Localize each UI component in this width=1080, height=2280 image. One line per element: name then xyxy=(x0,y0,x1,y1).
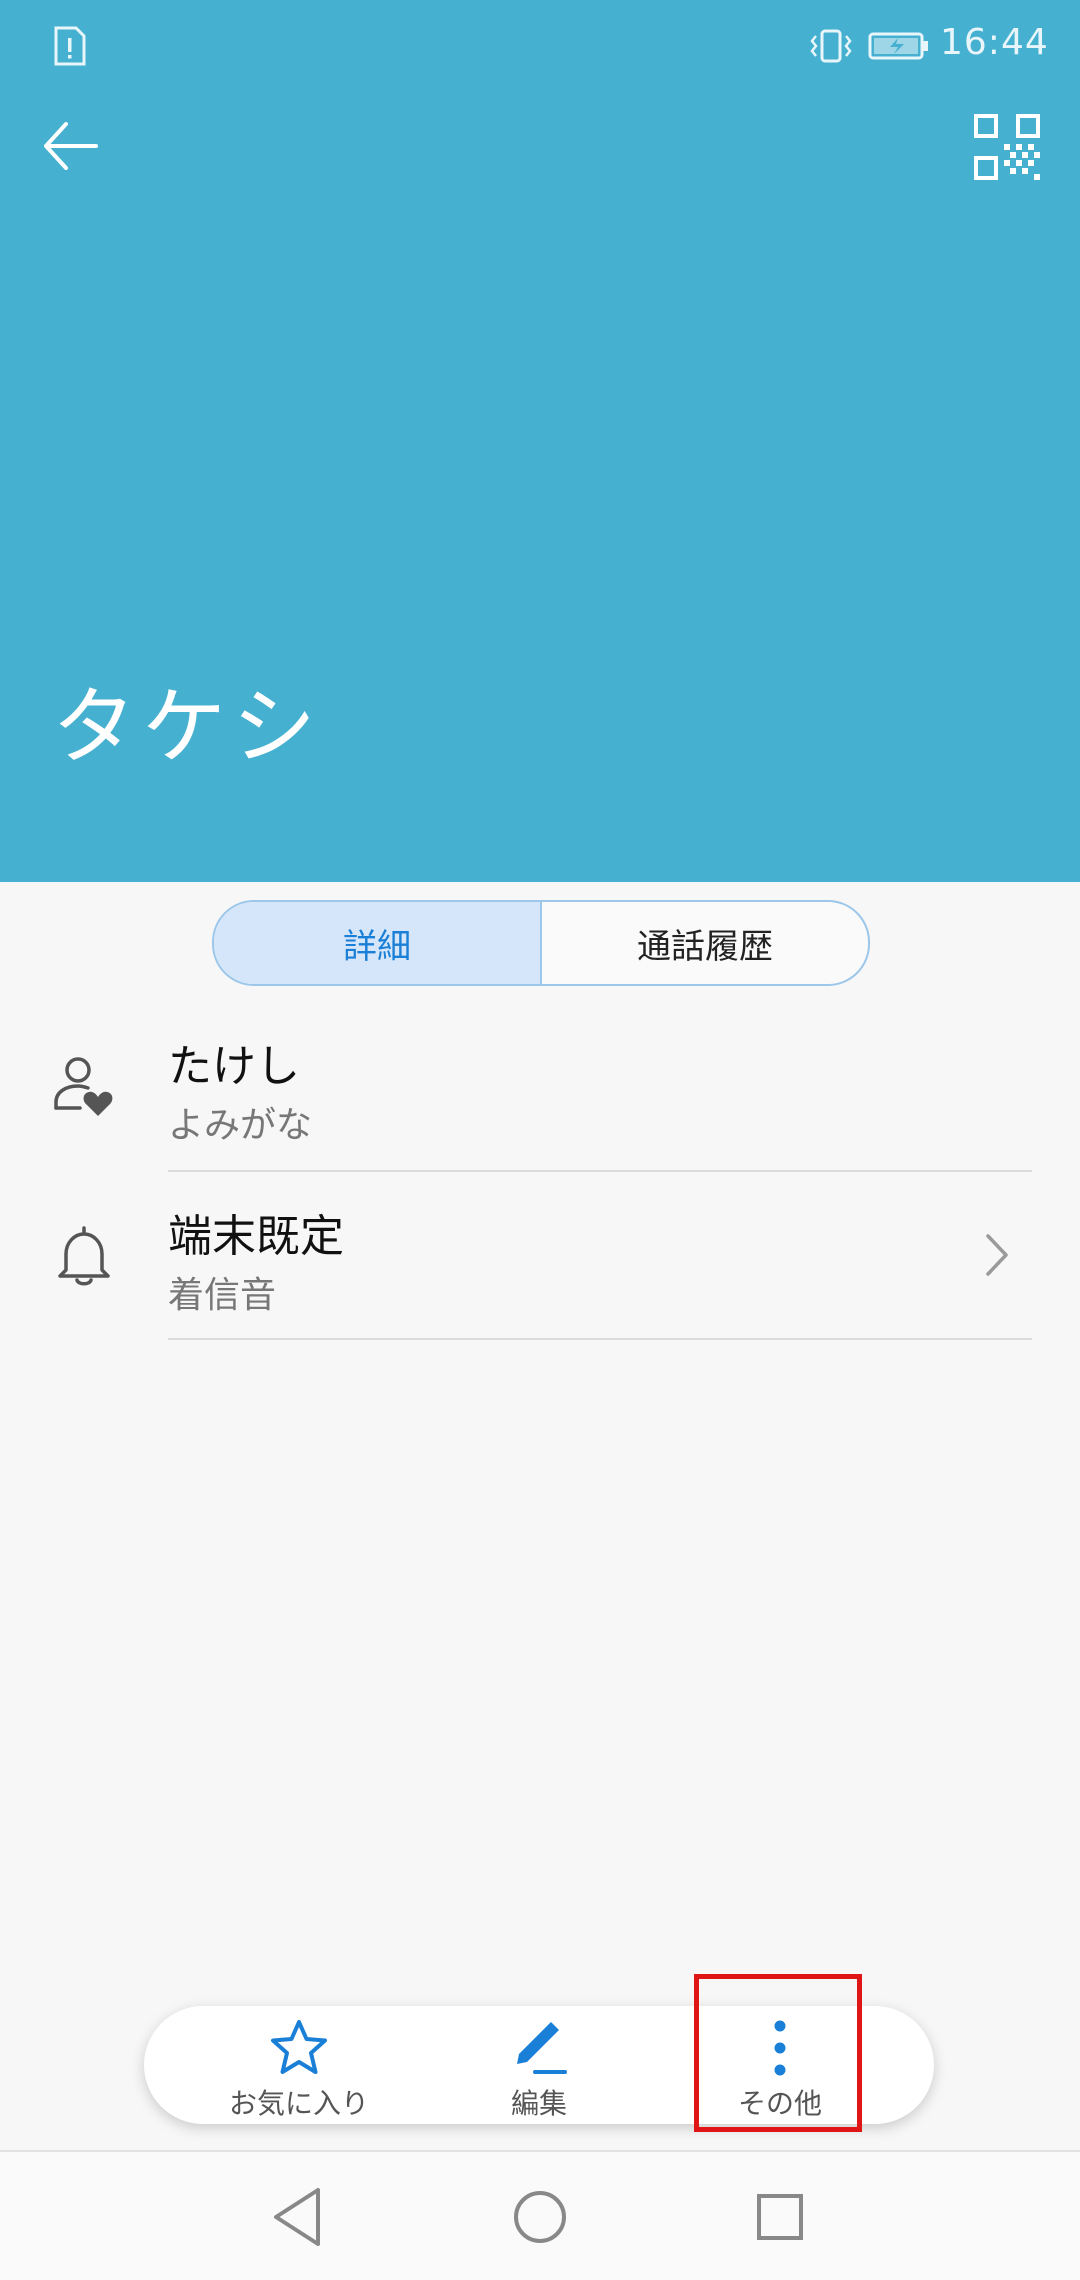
battery-charging-icon xyxy=(868,32,928,60)
ringtone-label: 着信音 xyxy=(168,1275,277,1316)
detail-tabs: 詳細 通話履歴 xyxy=(212,900,870,986)
contact-name: タケシ xyxy=(52,678,323,776)
chevron-right-icon xyxy=(986,1234,1008,1276)
vibrate-icon xyxy=(810,29,852,63)
recents-square-icon[interactable] xyxy=(745,2182,815,2252)
favorite-button[interactable]: お気に入り xyxy=(199,2006,399,2124)
back-triangle-icon[interactable] xyxy=(264,2182,334,2252)
favorite-label: お気に入り xyxy=(228,2087,369,2120)
tab-details[interactable]: 詳細 xyxy=(214,902,542,984)
highlight-box xyxy=(694,1974,862,2132)
edit-label: 編集 xyxy=(510,2087,567,2120)
star-icon xyxy=(271,2020,327,2074)
status-bar: 16:44 xyxy=(0,0,1080,92)
back-arrow-icon[interactable] xyxy=(36,110,108,182)
qr-code-icon[interactable] xyxy=(972,112,1042,182)
contact-header: 16:44 タケシ xyxy=(0,0,1080,882)
tab-call-history[interactable]: 通話履歴 xyxy=(542,902,868,984)
ringtone-row[interactable]: 端末既定 着信音 xyxy=(0,1174,1080,1342)
edit-button[interactable]: 編集 xyxy=(439,2006,639,2124)
row-divider xyxy=(168,1338,1032,1340)
reading-label: よみがな xyxy=(168,1105,313,1146)
system-navbar xyxy=(0,2152,1080,2280)
pencil-icon xyxy=(517,2022,567,2074)
home-circle-icon[interactable] xyxy=(505,2182,575,2252)
row-divider xyxy=(168,1170,1032,1172)
reading-value: たけし xyxy=(168,1041,300,1092)
reading-row[interactable]: たけし よみがな xyxy=(0,1004,1080,1172)
ringtone-value: 端末既定 xyxy=(168,1211,344,1262)
sim-alert-icon xyxy=(54,26,86,66)
person-heart-icon xyxy=(54,1057,113,1116)
status-time: 16:44 xyxy=(940,22,1049,63)
bell-icon xyxy=(58,1226,110,1286)
